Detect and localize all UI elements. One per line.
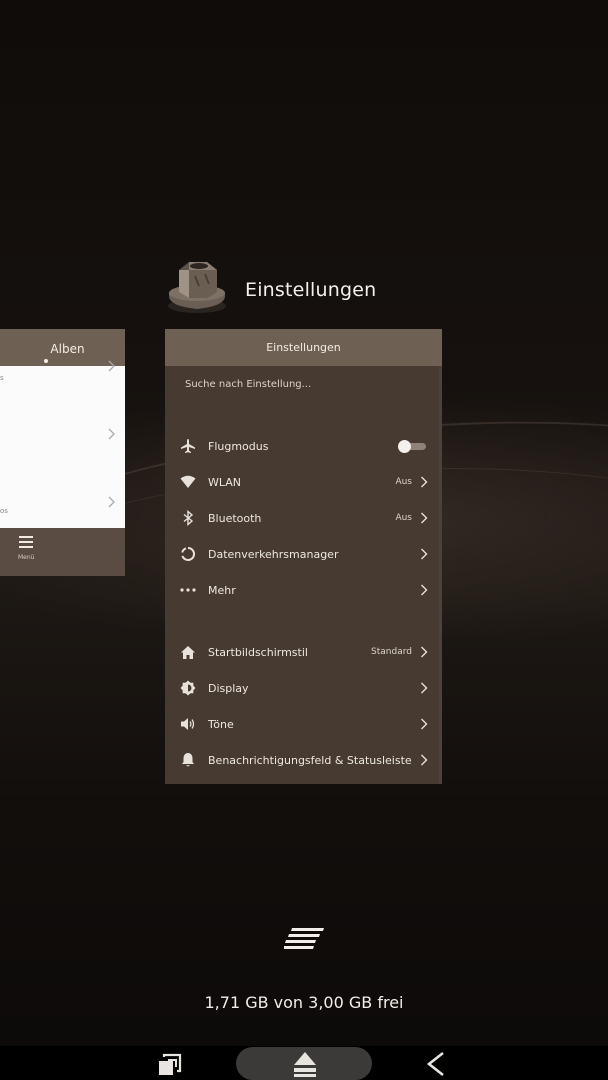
gallery-header: Alben	[0, 329, 125, 366]
settings-item-bluetooth[interactable]: Bluetooth Aus	[165, 500, 442, 536]
chevron-right-icon	[421, 682, 428, 694]
settings-item-toene[interactable]: Töne	[165, 706, 442, 742]
list-text-fragment: s	[0, 374, 4, 382]
item-label: Datenverkehrsmanager	[208, 547, 339, 561]
chevron-right-icon	[108, 360, 115, 376]
back-icon[interactable]	[424, 1050, 448, 1078]
settings-search[interactable]: Suche nach Einstellung...	[165, 366, 442, 402]
item-label: Startbildschirmstil	[208, 645, 308, 659]
chevron-right-icon	[421, 584, 428, 596]
home-icon	[179, 643, 197, 661]
settings-item-mehr[interactable]: Mehr	[165, 572, 442, 608]
brightness-icon	[179, 679, 197, 697]
scrollbar	[439, 366, 442, 784]
gallery-list: s os	[0, 360, 125, 528]
list-text-fragment: os	[0, 507, 8, 515]
settings-item-flugmodus[interactable]: Flugmodus	[165, 428, 442, 464]
settings-item-startbildschirmstil[interactable]: Startbildschirmstil Standard	[165, 634, 442, 670]
data-usage-icon	[179, 545, 197, 563]
chevron-right-icon	[421, 718, 428, 730]
wifi-icon	[179, 473, 197, 491]
item-label: Benachrichtigungsfeld & Statusleiste	[208, 753, 412, 767]
more-dots-icon	[179, 581, 197, 599]
recent-card-gallery[interactable]: Alben s os Menü	[0, 329, 125, 576]
settings-item-wlan[interactable]: WLAN Aus	[165, 464, 442, 500]
chevron-right-icon	[108, 428, 115, 444]
clear-all-icon[interactable]	[284, 926, 324, 950]
gallery-title: Alben	[50, 341, 85, 356]
chevron-right-icon	[421, 646, 428, 658]
item-value: Aus	[395, 513, 412, 523]
recent-card-settings[interactable]: Einstellungen Suche nach Einstellung... …	[165, 329, 442, 784]
chevron-right-icon	[421, 548, 428, 560]
recents-icon[interactable]	[156, 1050, 184, 1078]
settings-item-benachrichtigungsfeld[interactable]: Benachrichtigungsfeld & Statusleiste	[165, 742, 442, 778]
item-label: Display	[208, 681, 249, 695]
bell-icon	[179, 751, 197, 769]
search-placeholder: Suche nach Einstellung...	[185, 378, 312, 390]
chevron-right-icon	[421, 476, 428, 488]
bluetooth-icon	[179, 509, 197, 527]
item-label: Mehr	[208, 583, 236, 597]
item-label: WLAN	[208, 475, 242, 489]
item-label: Töne	[208, 717, 234, 731]
tab-indicator-dot	[44, 359, 48, 363]
settings-item-datenverkehrsmanager[interactable]: Datenverkehrsmanager	[165, 536, 442, 572]
speaker-icon	[179, 715, 197, 733]
item-value: Standard	[371, 647, 412, 657]
app-name: Einstellungen	[245, 279, 377, 301]
airplane-icon	[179, 437, 197, 455]
menu-label: Menü	[18, 554, 35, 561]
hamburger-menu-icon	[19, 536, 33, 548]
settings-header: Einstellungen	[165, 329, 442, 366]
item-label: Bluetooth	[208, 511, 262, 525]
item-value: Aus	[395, 477, 412, 487]
recent-app-header: Einstellungen	[165, 256, 376, 316]
chevron-right-icon	[421, 754, 428, 766]
home-eject-icon[interactable]	[292, 1050, 318, 1078]
hex-nut-icon	[168, 262, 226, 313]
chevron-right-icon	[108, 496, 115, 512]
settings-item-display[interactable]: Display	[165, 670, 442, 706]
gallery-footer: Menü	[0, 528, 125, 576]
chevron-right-icon	[421, 512, 428, 524]
item-label: Flugmodus	[208, 439, 269, 453]
flugmodus-toggle[interactable]	[398, 440, 426, 453]
settings-title: Einstellungen	[266, 341, 341, 354]
memory-status: 1,71 GB von 3,00 GB frei	[204, 993, 404, 1012]
